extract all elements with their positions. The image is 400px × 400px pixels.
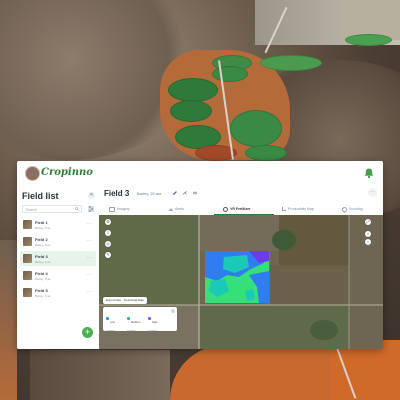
high-swatch: [148, 317, 151, 321]
field-thumbnail: [23, 288, 32, 297]
locate-control[interactable]: ◎: [105, 241, 111, 247]
field-list-item[interactable]: Field 2 Barley, 8 ac ···: [20, 234, 96, 249]
field-thumbnail: [23, 271, 32, 280]
zoom-in-button[interactable]: +: [365, 231, 371, 237]
app-window: Cropinno Field list ✕ Search Field 1 Bar…: [17, 161, 383, 349]
download-map-button[interactable]: Download Map: [121, 297, 148, 304]
link-icon[interactable]: [192, 190, 198, 196]
alert-icon: [169, 207, 173, 211]
low-swatch: [106, 317, 109, 321]
field-list-item-active[interactable]: Field 3 Barley, 8 ac ···: [20, 251, 96, 266]
search-input[interactable]: Search: [22, 205, 82, 213]
medium-swatch: [127, 317, 130, 321]
settings-control[interactable]: ⚙: [105, 219, 111, 225]
zone-legend: Low 0.00000 Medium 0.00000 High 0.00000: [103, 307, 177, 333]
info-icon[interactable]: [171, 309, 175, 313]
field-meta: Barley, 8 ac: [35, 242, 51, 247]
top-bar: Cropinno: [17, 161, 383, 186]
app-logo: Cropinno: [41, 167, 93, 178]
map-icon: [282, 207, 286, 212]
add-field-button[interactable]: +: [82, 327, 93, 338]
field-list-item[interactable]: Field 5 Barley, 8 ac ···: [20, 285, 96, 300]
share-icon[interactable]: [182, 190, 188, 196]
field-name: Field 2: [35, 237, 48, 242]
field-list-item[interactable]: Field 1 Barley, 8 ac ···: [20, 217, 96, 232]
field-meta: Barley, 8 ac: [35, 259, 51, 264]
more-icon[interactable]: ···: [87, 256, 93, 261]
edit-icon[interactable]: [172, 190, 178, 196]
field-meta: Barley, 8 ac: [35, 276, 51, 281]
bell-icon[interactable]: [363, 167, 375, 179]
tab-productivity-map[interactable]: Productivity Map: [282, 203, 314, 215]
fertilizer-icon: [223, 206, 228, 212]
draw-control[interactable]: ✎: [105, 252, 111, 258]
field-list-item[interactable]: Field 4 Barley, 8 ac ···: [20, 268, 96, 283]
more-icon[interactable]: ···: [87, 239, 93, 244]
legend-item-low: Low 0.00000: [106, 310, 128, 333]
tab-scouting[interactable]: Scouting: [340, 203, 363, 215]
field-name: Field 5: [35, 288, 48, 293]
field-map[interactable]: ⚙ ≡ ◎ ✎ ⤢ + − Export Data Download Map L…: [99, 215, 383, 349]
fullscreen-control[interactable]: ⤢: [365, 219, 371, 225]
field-subtitle: Barley, 20 acr: [137, 191, 162, 196]
search-icon: [75, 207, 79, 211]
field-name: Field 4: [35, 271, 48, 276]
user-avatar[interactable]: [25, 166, 40, 181]
legend-item-medium: Medium 0.00000: [127, 310, 149, 333]
scouting-icon: [340, 205, 349, 213]
field-name: Field 1: [35, 220, 48, 225]
tab-imagery[interactable]: Imagery: [109, 203, 130, 215]
field-list-sidebar: Field list ✕ Search Field 1 Barley, 8 ac…: [17, 185, 100, 349]
tab-alerts[interactable]: Alerts: [169, 203, 184, 215]
sidebar-title: Field list: [22, 191, 59, 201]
more-icon[interactable]: ···: [87, 273, 93, 278]
more-icon[interactable]: ···: [87, 222, 93, 227]
field-meta: Barley, 8 ac: [35, 293, 51, 298]
legend-item-high: High 0.00000: [148, 310, 170, 333]
zoom-out-button[interactable]: −: [365, 239, 371, 245]
field-thumbnail: [23, 220, 32, 229]
field-title: Field 3: [104, 189, 130, 198]
more-icon[interactable]: ···: [87, 290, 93, 295]
field-menu-button[interactable]: ···: [368, 188, 377, 197]
field-thumbnail: [23, 254, 32, 263]
filter-icon[interactable]: [87, 205, 95, 213]
field-meta: Barley, 8 ac: [35, 225, 51, 230]
field-thumbnail: [23, 237, 32, 246]
imagery-icon: [109, 206, 115, 212]
main-panel: Field 3 Barley, 20 acr ··· Imagery Alert…: [99, 185, 383, 349]
close-sidebar-button[interactable]: ✕: [88, 192, 95, 199]
field-name: Field 3: [35, 254, 48, 259]
layers-control[interactable]: ≡: [105, 230, 111, 236]
